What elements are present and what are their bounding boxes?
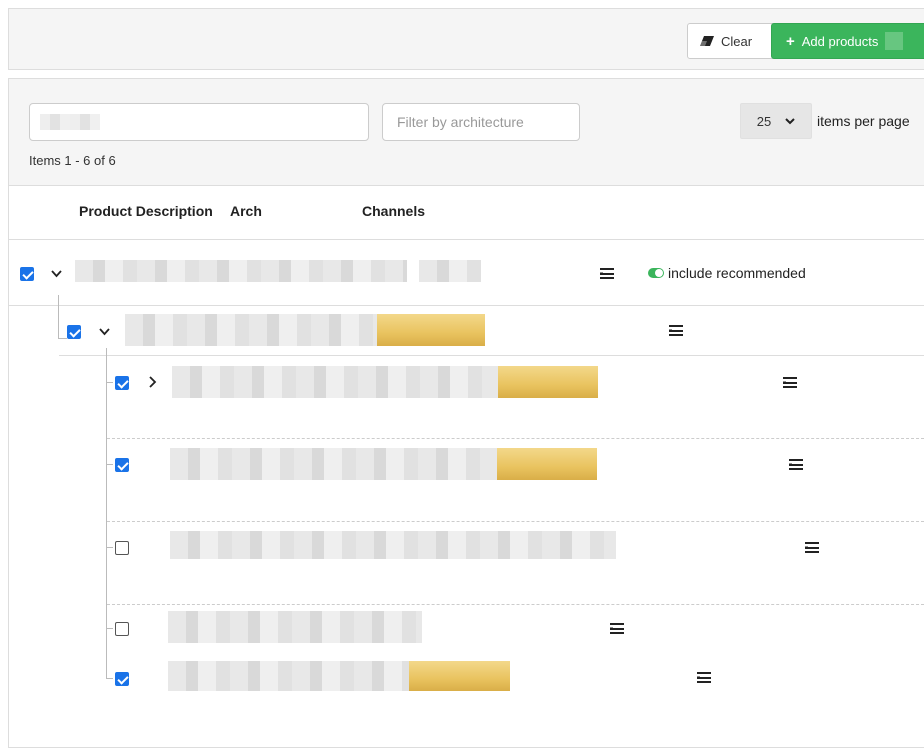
search-input[interactable] xyxy=(29,103,369,141)
actions-toolbar: Clear + Add products xyxy=(8,8,924,70)
list-icon[interactable] xyxy=(789,459,803,470)
row-checkbox[interactable] xyxy=(67,325,81,339)
tree-connector xyxy=(106,628,113,629)
products-panel: 25 items per page Items 1 - 6 of 6 Produ… xyxy=(8,78,924,748)
items-per-page-label: items per page xyxy=(817,113,910,129)
list-icon[interactable] xyxy=(697,672,711,683)
row-divider xyxy=(107,521,924,522)
product-version xyxy=(377,314,485,346)
tree-connector xyxy=(106,547,113,548)
row-divider xyxy=(59,355,924,356)
product-name xyxy=(170,531,616,559)
row-checkbox[interactable] xyxy=(115,622,129,636)
product-name xyxy=(168,611,422,643)
product-arch xyxy=(419,260,481,282)
clear-button-label: Clear xyxy=(721,33,753,49)
row-checkbox[interactable] xyxy=(115,376,129,390)
column-header-product-description[interactable]: Product Description xyxy=(79,203,213,219)
add-products-label: Add products xyxy=(801,33,879,49)
toggle-icon[interactable] xyxy=(648,268,664,278)
tree-connector xyxy=(58,338,67,339)
row-divider xyxy=(107,604,924,605)
row-checkbox[interactable] xyxy=(115,672,129,686)
product-name xyxy=(172,366,498,398)
chevron-down-icon[interactable] xyxy=(99,328,110,336)
tree-connector xyxy=(58,295,59,339)
chevron-right-icon[interactable] xyxy=(149,376,157,388)
product-name xyxy=(170,448,497,480)
include-recommended-label: include recommended xyxy=(668,265,806,281)
chevron-down-icon xyxy=(785,117,795,124)
search-input-value xyxy=(40,114,100,130)
row-checkbox[interactable] xyxy=(115,458,129,472)
product-name xyxy=(75,260,407,282)
list-icon[interactable] xyxy=(610,623,624,634)
tree-connector xyxy=(106,382,113,383)
list-icon[interactable] xyxy=(669,325,683,336)
row-checkbox[interactable] xyxy=(20,267,34,281)
header-divider xyxy=(9,239,924,240)
filter-bar: 25 items per page Items 1 - 6 of 6 xyxy=(9,79,924,186)
add-count-badge xyxy=(885,32,904,50)
list-icon[interactable] xyxy=(783,377,797,388)
product-name xyxy=(168,661,409,691)
eraser-icon xyxy=(700,36,714,46)
architecture-filter-input[interactable] xyxy=(382,103,580,141)
items-count: Items 1 - 6 of 6 xyxy=(29,153,116,168)
column-header-channels[interactable]: Channels xyxy=(362,203,425,219)
product-version xyxy=(409,661,510,691)
items-per-page-value: 25 xyxy=(756,113,772,129)
column-header-arch[interactable]: Arch xyxy=(230,203,262,219)
row-divider xyxy=(9,305,924,306)
chevron-down-icon[interactable] xyxy=(51,270,62,278)
row-divider xyxy=(107,438,924,439)
product-version xyxy=(497,448,597,480)
product-name xyxy=(125,314,377,346)
clear-button[interactable]: Clear xyxy=(687,23,777,59)
list-icon[interactable] xyxy=(805,542,819,553)
tree-connector xyxy=(106,678,113,679)
items-per-page-select[interactable]: 25 xyxy=(740,103,812,139)
list-icon[interactable] xyxy=(600,268,614,279)
row-checkbox[interactable] xyxy=(115,541,129,555)
tree-connector xyxy=(106,464,113,465)
plus-icon: + xyxy=(786,32,795,50)
add-products-button[interactable]: + Add products xyxy=(771,23,924,59)
product-version xyxy=(498,366,598,398)
